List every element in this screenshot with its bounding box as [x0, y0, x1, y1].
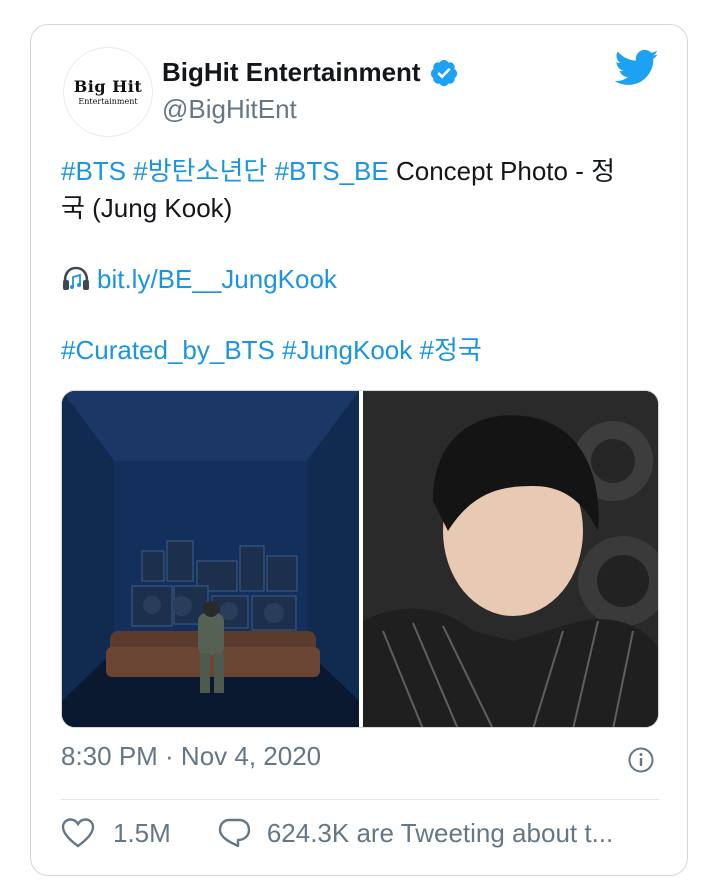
like-count: 1.5M: [113, 817, 171, 848]
tweet-text: #BTS #방탄소년단 #BTS_BE Concept Photo - 정 국 …: [61, 153, 661, 369]
concept-photo-room[interactable]: [62, 391, 359, 727]
avatar-logo-subtext: Entertainment: [78, 96, 138, 106]
tweeting-about-text: 624.3K are Tweeting about t...: [266, 817, 614, 848]
media-grid: [61, 390, 659, 728]
hashtag-jungkook[interactable]: #JungKook: [282, 335, 412, 365]
verified-badge-icon: [430, 59, 457, 86]
hashtag-bangtan[interactable]: #방탄소년단: [133, 156, 267, 186]
tweet-hashtags-line: #Curated_by_BTS #JungKook #정국: [61, 332, 661, 369]
tweet-link-line: bit.ly/BE__JungKook: [61, 261, 661, 298]
heart-icon: [61, 818, 95, 848]
avatar-logo-text: Big Hit: [73, 76, 143, 96]
author-name-row: BigHit Entertainment: [162, 57, 459, 88]
tweet-text-body: Concept Photo - 정: [388, 156, 615, 186]
headphone-icon: [63, 266, 89, 290]
conversation-button[interactable]: 624.3K are Tweeting about t...: [217, 817, 613, 849]
tweet-text-line-1: #BTS #방탄소년단 #BTS_BE Concept Photo - 정: [61, 153, 661, 190]
tweet-link[interactable]: bit.ly/BE__JungKook: [97, 264, 337, 294]
hashtag-bts-be[interactable]: #BTS_BE: [275, 156, 389, 186]
tweet-card[interactable]: Big Hit Entertainment BigHit Entertainme…: [30, 24, 688, 876]
tweet-actions: 1.5M 624.3K are Tweeting about t...: [61, 817, 659, 849]
hashtag-curated-by-bts[interactable]: #Curated_by_BTS: [61, 335, 275, 365]
concept-photo-portrait[interactable]: [363, 391, 658, 727]
author-display-name[interactable]: BigHit Entertainment: [162, 57, 421, 88]
like-button[interactable]: 1.5M: [61, 817, 171, 849]
hashtag-bts[interactable]: #BTS: [61, 156, 126, 186]
tweet-timestamp[interactable]: 8:30 PM · Nov 4, 2020: [61, 741, 321, 772]
hashtag-jeongguk[interactable]: #정국: [419, 335, 481, 365]
portrait-illustration: [363, 391, 658, 727]
tweet-text-line-2: 국 (Jung Kook): [61, 193, 233, 223]
author-handle[interactable]: @BigHitEnt: [162, 94, 297, 125]
twitter-bird-icon[interactable]: [615, 49, 659, 87]
speech-bubble-icon: [218, 818, 251, 848]
room-illustration: [62, 391, 359, 727]
divider: [61, 799, 659, 800]
info-icon[interactable]: [628, 747, 654, 773]
avatar[interactable]: Big Hit Entertainment: [63, 47, 153, 137]
